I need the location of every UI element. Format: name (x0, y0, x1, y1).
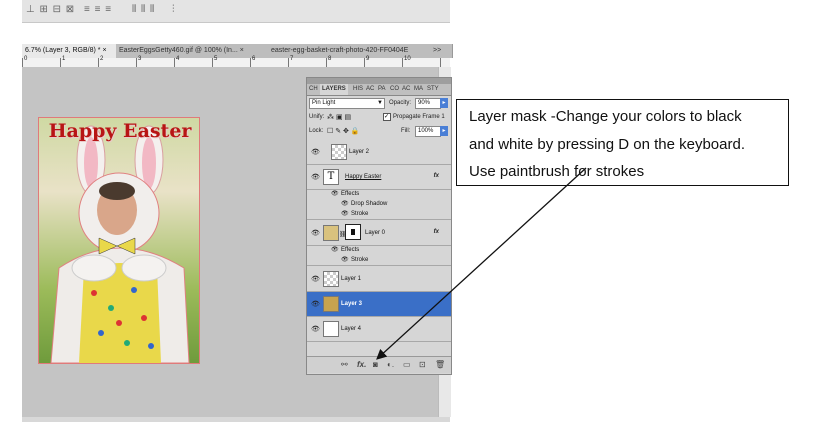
arrow-line (376, 167, 587, 360)
callout-arrow (376, 167, 587, 360)
